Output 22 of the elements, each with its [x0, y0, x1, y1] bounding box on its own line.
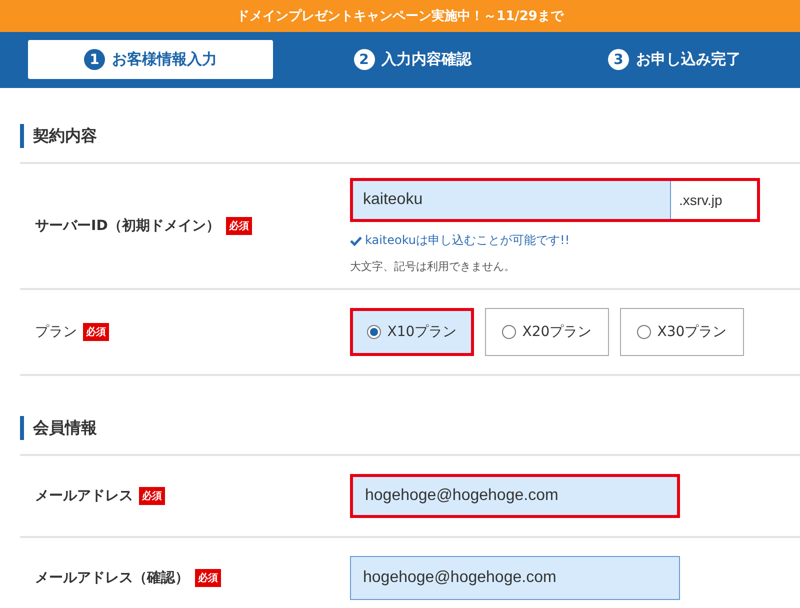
- plan-option[interactable]: X10プラン: [350, 308, 474, 356]
- required-tag: 必須: [226, 217, 252, 235]
- server-id-field[interactable]: kaiteoku .xsrv.jp: [350, 178, 760, 222]
- field-label: プラン: [35, 323, 77, 341]
- step-tab[interactable]: 2 入力内容確認: [290, 40, 535, 79]
- section-heading: 会員情報: [20, 416, 800, 440]
- field-label: サーバーID（初期ドメイン）: [35, 217, 220, 235]
- email-field[interactable]: hogehoge@hogehoge.com: [350, 474, 680, 518]
- required-tag: 必須: [83, 323, 109, 341]
- field-label: メールアドレス: [35, 487, 133, 505]
- campaign-banner: ドメインプレゼントキャンペーン実施中！～11/29まで: [0, 0, 800, 32]
- hint-text: 大文字、記号は利用できません。: [350, 259, 516, 274]
- email-field[interactable]: hogehoge@hogehoge.com: [350, 556, 680, 600]
- step-tab[interactable]: 3 お申し込み完了: [552, 40, 797, 79]
- availability-message: kaiteokuは申し込むことが可能です!!: [365, 232, 570, 249]
- section-heading: 契約内容: [20, 124, 800, 148]
- plan-option[interactable]: X20プラン: [485, 308, 609, 356]
- plan-option[interactable]: X30プラン: [620, 308, 744, 356]
- required-tag: 必須: [139, 487, 165, 505]
- field-label: メールアドレス（確認）: [35, 569, 189, 587]
- step-tab[interactable]: 1 お客様情報入力: [28, 40, 273, 79]
- required-tag: 必須: [195, 569, 221, 587]
